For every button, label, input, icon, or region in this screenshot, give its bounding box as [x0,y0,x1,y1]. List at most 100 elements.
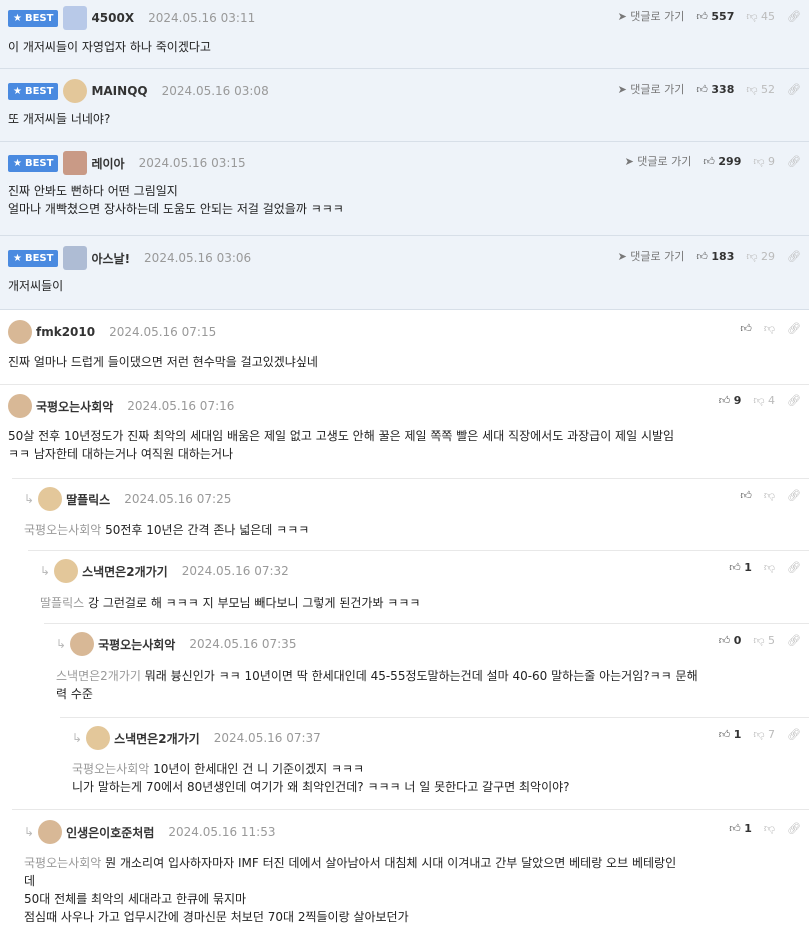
comment-text: 얼마나 개빡쳤으면 장사하는데 도움도 안되는 저걸 걸었을까 ㅋㅋㅋ [8,202,344,216]
comment-date: 2024.05.16 03:06 [144,251,252,265]
share-link-icon[interactable]: 🔗︎ [787,83,801,96]
goto-comment-link[interactable]: ➤ 댓글로 가기 [618,248,685,264]
share-link-icon[interactable]: 🔗︎ [787,155,801,168]
like-button[interactable]: 👍︎ [740,322,752,335]
arrow-icon: ➤ [617,83,627,96]
reply-arrow-icon: ↳ [40,564,51,578]
comment-text: 력 수준 [56,687,93,701]
like-button[interactable]: 👍︎ 1 [729,561,752,574]
comment-date: 2024.05.16 03:11 [148,11,256,25]
best-badge: ★ BEST [8,249,59,267]
share-link-icon[interactable]: 🔗︎ [787,489,801,502]
comment-text: 뭔 개소리여 입사하자마자 IMF 터진 데에서 살아남아서 대침체 시대 이겨… [105,856,677,870]
nickname[interactable]: 딸플릭스 [66,491,110,508]
thumbs-up-icon: 👍︎ [718,634,731,647]
dislike-button[interactable]: 👎︎ 52 [746,83,775,96]
dislike-button[interactable]: 👎︎ [764,322,775,335]
share-link-icon[interactable]: 🔗︎ [787,10,801,23]
like-button[interactable]: 👍︎ 1 [719,728,742,741]
thumbs-up-icon: 👍︎ [740,322,752,335]
share-link-icon[interactable]: 🔗︎ [787,728,801,741]
share-link-icon[interactable]: 🔗︎ [787,634,801,647]
dislike-button[interactable]: 👎︎ 5 [753,634,775,647]
comment-text: 데 [24,874,36,888]
goto-comment-link[interactable]: ➤ 댓글로 가기 [618,81,685,97]
avatar [54,559,79,583]
like-button[interactable]: 👍︎ 0 [719,634,742,647]
comment-text: 또 개저씨들 너네야? [8,112,111,126]
comment-date: 2024.05.16 11:53 [168,825,276,839]
comment-date: 2024.05.16 07:16 [127,399,235,413]
like-button[interactable]: 👍︎ 557 [696,10,734,23]
thumbs-up-icon: 👍︎ [696,82,708,96]
thumbs-down-icon: 👎︎ [763,561,776,574]
goto-comment-link[interactable]: ➤ 댓글로 가기 [625,153,692,169]
nickname[interactable]: 스낵면은2개가기 [82,563,168,580]
comment: fmk2010 2024.05.16 07:15 👍︎ 👎︎ 🔗︎ 진짜 얼마나… [0,312,809,384]
nickname[interactable]: 인생은이호준처럼 [66,824,154,841]
dislike-button[interactable]: 👎︎ [764,822,775,835]
best-comment: ★ BEST 아스날! 2024.05.16 03:06 ➤ 댓글로 가기 👍︎ … [0,236,809,310]
dislike-button[interactable]: 👎︎ [764,489,775,502]
like-button[interactable]: 👍︎ 183 [696,250,734,263]
share-link-icon[interactable]: 🔗︎ [787,250,801,263]
mention[interactable]: 국평오는사회악 [24,856,101,870]
thumbs-up-icon: 👍︎ [729,822,741,835]
thumbs-down-icon: 👎︎ [763,822,776,835]
comment-text: 이 개저씨들이 자영업자 하나 죽이겠다고 [8,40,211,54]
share-link-icon[interactable]: 🔗︎ [787,322,801,335]
avatar [63,79,88,103]
dislike-button[interactable]: 👎︎ 7 [753,728,775,741]
reply-comment: ↳ 국평오는사회악 2024.05.16 07:35 👍︎ 0 👎︎ 5 🔗︎ … [44,623,809,717]
nickname[interactable]: 4500X [91,11,134,25]
goto-comment-link[interactable]: ➤ 댓글로 가기 [618,8,685,24]
thumbs-down-icon: 👎︎ [763,489,776,502]
best-badge: ★ BEST [8,82,59,100]
share-link-icon[interactable]: 🔗︎ [787,561,801,574]
comment-date: 2024.05.16 07:15 [109,325,217,339]
nickname[interactable]: MAINQQ [91,84,147,98]
like-button[interactable]: 👍︎ 1 [729,822,752,835]
arrow-icon: ➤ [624,155,634,168]
thumbs-down-icon: 👎︎ [753,154,765,168]
thumbs-down-icon: 👎︎ [753,728,765,741]
dislike-button[interactable]: 👎︎ 4 [753,394,775,407]
mention[interactable]: 국평오는사회악 [24,523,101,537]
nickname[interactable]: fmk2010 [36,325,95,339]
like-button[interactable]: 👍︎ 299 [703,155,741,168]
best-comment: ★ BEST 레이아 2024.05.16 03:15 ➤ 댓글로 가기 👍︎ 2… [0,142,809,236]
dislike-button[interactable]: 👎︎ [764,561,775,574]
reply-comment: ↳ 딸플릭스 2024.05.16 07:25 👍︎ 👎︎ 🔗︎ 국평오는사회악… [12,478,809,550]
nickname[interactable]: 국평오는사회악 [36,398,113,415]
comment-date: 2024.05.16 07:25 [124,492,232,506]
like-button[interactable]: 👍︎ 338 [696,83,734,96]
reply-comment: ↳ 스낵면은2개가기 2024.05.16 07:37 👍︎ 1 👎︎ 7 🔗︎… [60,717,809,809]
thumbs-down-icon: 👎︎ [753,394,765,407]
avatar [38,820,63,844]
dislike-button[interactable]: 👎︎ 29 [746,250,775,263]
nickname[interactable]: 스낵면은2개가기 [114,730,200,747]
nickname[interactable]: 국평오는사회악 [98,636,175,653]
best-badge-label: BEST [24,12,54,24]
avatar [8,394,32,418]
mention[interactable]: 딸플릭스 [40,596,84,610]
dislike-button[interactable]: 👎︎ 9 [753,155,775,168]
comment-text: ㅋㅋ 남자한테 대하는거나 여직원 대하는거나 [8,447,234,461]
arrow-icon: ➤ [617,10,627,23]
mention[interactable]: 스낵면은2개가기 [56,669,141,683]
nickname[interactable]: 아스날! [91,250,130,267]
nickname[interactable]: 레이아 [91,155,124,172]
arrow-icon: ➤ [617,250,627,263]
comment-date: 2024.05.16 07:35 [189,637,297,651]
mention[interactable]: 국평오는사회악 [72,762,149,776]
comment-date: 2024.05.16 07:32 [181,564,289,578]
share-link-icon[interactable]: 🔗︎ [787,394,801,407]
comment-date: 2024.05.16 03:08 [161,84,269,98]
avatar [8,320,32,344]
share-link-icon[interactable]: 🔗︎ [787,822,801,835]
like-button[interactable]: 👍︎ 9 [719,394,742,407]
dislike-button[interactable]: 👎︎ 45 [746,10,775,23]
comment: 국평오는사회악 2024.05.16 07:16 👍︎ 9 👎︎ 4 🔗︎ 50… [0,384,809,478]
best-comment: ★ BEST MAINQQ 2024.05.16 03:08 ➤ 댓글로 가기 👍… [0,69,809,142]
like-button[interactable]: 👍︎ [740,489,752,502]
